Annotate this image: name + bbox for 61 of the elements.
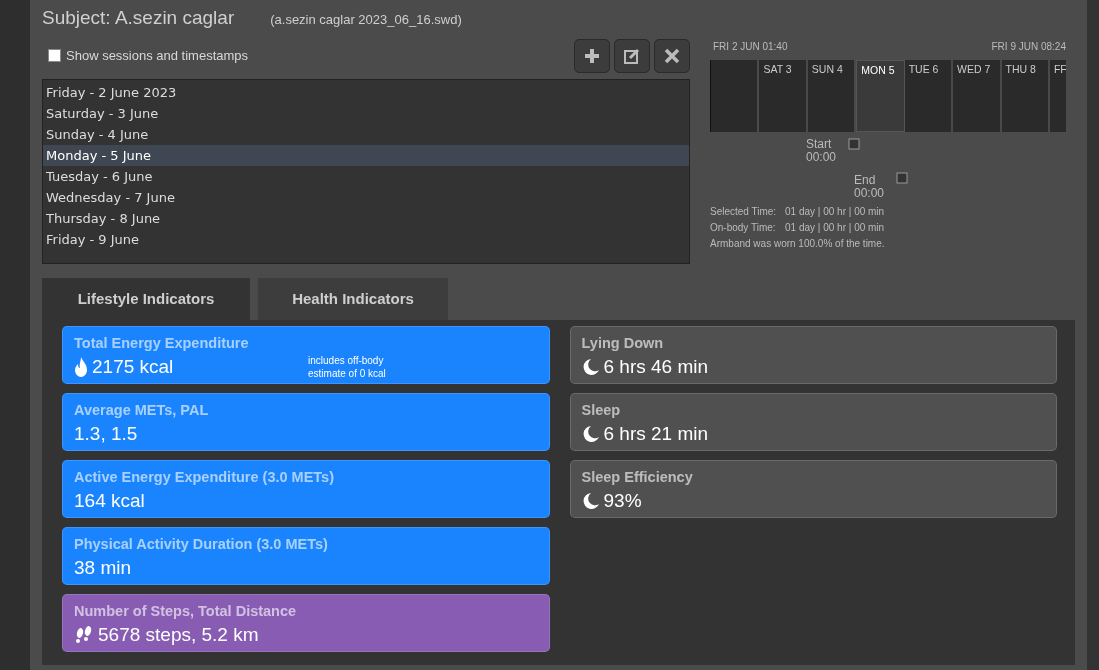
indicator-value: 38 min (74, 555, 132, 580)
edit-icon (623, 46, 641, 65)
plus-icon (583, 46, 601, 65)
file-name: (a.sezin caglar 2023_06_16.swd) (270, 11, 462, 29)
indicator-title: Average METs, PAL (74, 401, 210, 420)
indicator-note: includes off-body estimate of 0 kcal (308, 354, 387, 380)
indicator-title: Physical Activity Duration (3.0 METs) (74, 535, 329, 554)
indicator-value: 164 kcal (74, 488, 145, 513)
timeline-day[interactable]: WED 7 (953, 59, 1002, 132)
footprints-icon (74, 625, 94, 644)
close-icon (663, 46, 681, 65)
start-time: 00:00 (806, 150, 837, 164)
indicator-title: Total Energy Expenditure (74, 334, 250, 353)
stat-label: Selected Time: (710, 204, 778, 219)
indicator-title: Sleep (581, 401, 622, 420)
end-label: End (854, 173, 877, 187)
day-item[interactable]: Friday - 2 June 2023 (43, 81, 689, 103)
stat-label: On-body Time: (710, 220, 777, 235)
checkbox[interactable] (48, 49, 61, 62)
range-start: FRI 2 JUN 01:40 (713, 39, 788, 54)
checkbox-label: Show sessions and timestamps (66, 46, 249, 65)
timeline-day[interactable]: TUE 6 (904, 59, 954, 132)
edit-button[interactable] (614, 38, 650, 73)
indicator-value: 93% (603, 488, 642, 513)
tab[interactable]: Lifestyle Indicators (42, 277, 250, 320)
delete-button[interactable] (654, 38, 690, 73)
indicator-value: 5678 steps, 5.2 km (98, 622, 259, 647)
day-item[interactable]: Tuesday - 6 June (43, 165, 689, 187)
add-button[interactable] (574, 38, 610, 73)
timeline-day[interactable]: FF (1049, 59, 1066, 132)
timeline-day[interactable]: THU 8 (1001, 59, 1050, 132)
day-item[interactable]: Thursday - 8 June (43, 207, 689, 229)
end-time: 00:00 (854, 186, 885, 200)
stat-value: 01 day | 00 hr | 00 min (785, 220, 885, 235)
fire-icon (74, 355, 88, 378)
moon-icon (581, 424, 600, 443)
moon-icon (581, 357, 600, 376)
indicator-value: 2175 kcal (92, 354, 174, 379)
worn-note: Armband was worn 100.0% of the time. (710, 236, 886, 251)
day-item[interactable]: Wednesday - 7 June (43, 186, 689, 208)
moon-icon (581, 491, 600, 510)
start-handle-icon (848, 137, 862, 150)
day-item[interactable]: Monday - 5 June (43, 144, 689, 166)
indicator-title: Sleep Efficiency (581, 468, 694, 487)
day-item[interactable]: Saturday - 3 June (43, 102, 689, 124)
indicator-title: Active Energy Expenditure (3.0 METs) (74, 468, 335, 487)
indicator-title: Lying Down (581, 334, 665, 353)
day-item[interactable]: Friday - 9 June (43, 228, 689, 250)
start-label: Start (806, 137, 833, 151)
stat-value: 01 day | 00 hr | 00 min (785, 204, 885, 219)
timeline-day[interactable]: MON 5 (856, 59, 905, 132)
end-handle-icon (896, 171, 910, 184)
timeline-day[interactable]: SAT 3 (759, 59, 808, 132)
day-item[interactable]: Sunday - 4 June (43, 123, 689, 145)
indicator-title: Number of Steps, Total Distance (74, 602, 298, 621)
indicator-value: 6 hrs 21 min (603, 421, 709, 446)
subject-title: Subject: A.sezin caglar (42, 6, 235, 30)
tab[interactable]: Health Indicators (258, 277, 448, 320)
indicator-value: 6 hrs 46 min (603, 354, 709, 379)
range-end: FRI 9 JUN 08:24 (991, 39, 1066, 54)
indicator-value: 1.3, 1.5 (74, 421, 138, 446)
